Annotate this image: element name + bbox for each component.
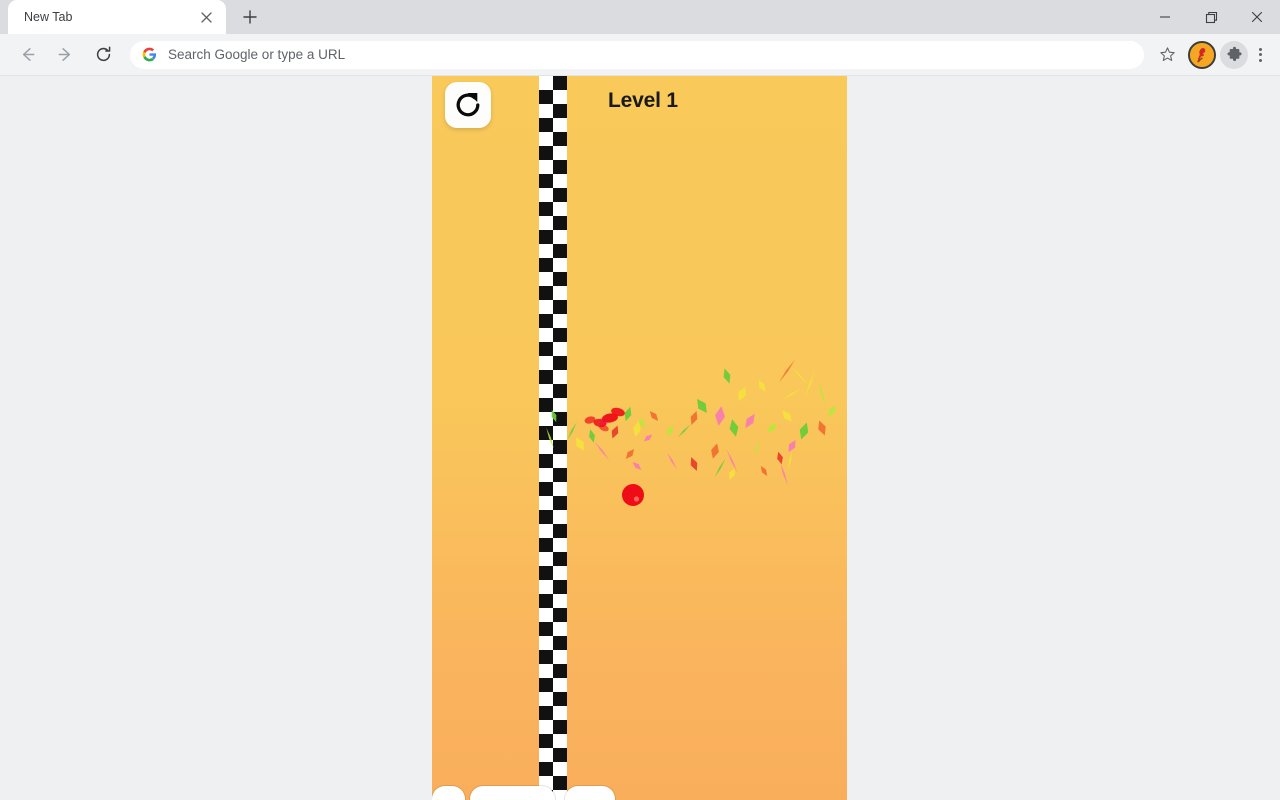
back-arrow-icon[interactable]: [11, 39, 43, 71]
restart-icon: [453, 90, 483, 120]
new-tab-button[interactable]: [236, 3, 264, 31]
window-controls: [1142, 0, 1280, 34]
reload-icon[interactable]: [87, 39, 119, 71]
close-icon[interactable]: [196, 7, 216, 27]
maximize-icon[interactable]: [1188, 0, 1234, 34]
tab-new-tab[interactable]: New Tab: [8, 0, 226, 34]
bottom-button-3[interactable]: [565, 786, 615, 800]
profile-avatar[interactable]: [1188, 40, 1216, 69]
checkered-finish-line: [539, 76, 567, 800]
page-viewport: Level 1: [0, 76, 1280, 800]
close-window-icon[interactable]: [1234, 0, 1280, 34]
tab-strip: New Tab: [0, 0, 1280, 34]
browser-window: New Tab Search Google or type a URL Leve…: [0, 0, 1280, 800]
particle-effects-layer: [546, 359, 837, 506]
tab-title: New Tab: [24, 10, 73, 24]
level-label: Level 1: [608, 89, 678, 112]
google-g-icon: [142, 47, 157, 62]
bottom-button-bar: [432, 786, 847, 800]
game-canvas[interactable]: Level 1: [432, 76, 847, 800]
forward-arrow-icon[interactable]: [49, 39, 81, 71]
star-icon[interactable]: [1152, 40, 1182, 70]
omnibox-placeholder: Search Google or type a URL: [168, 47, 346, 62]
browser-toolbar: Search Google or type a URL: [0, 34, 1280, 76]
puzzle-piece-icon[interactable]: [1220, 40, 1248, 69]
search-input[interactable]: Search Google or type a URL: [130, 40, 1144, 69]
restart-button[interactable]: [445, 82, 491, 128]
bottom-button-2[interactable]: [470, 786, 555, 800]
three-dot-menu-icon[interactable]: [1248, 41, 1272, 69]
bottom-button-1[interactable]: [432, 786, 465, 800]
minimize-icon[interactable]: [1142, 0, 1188, 34]
